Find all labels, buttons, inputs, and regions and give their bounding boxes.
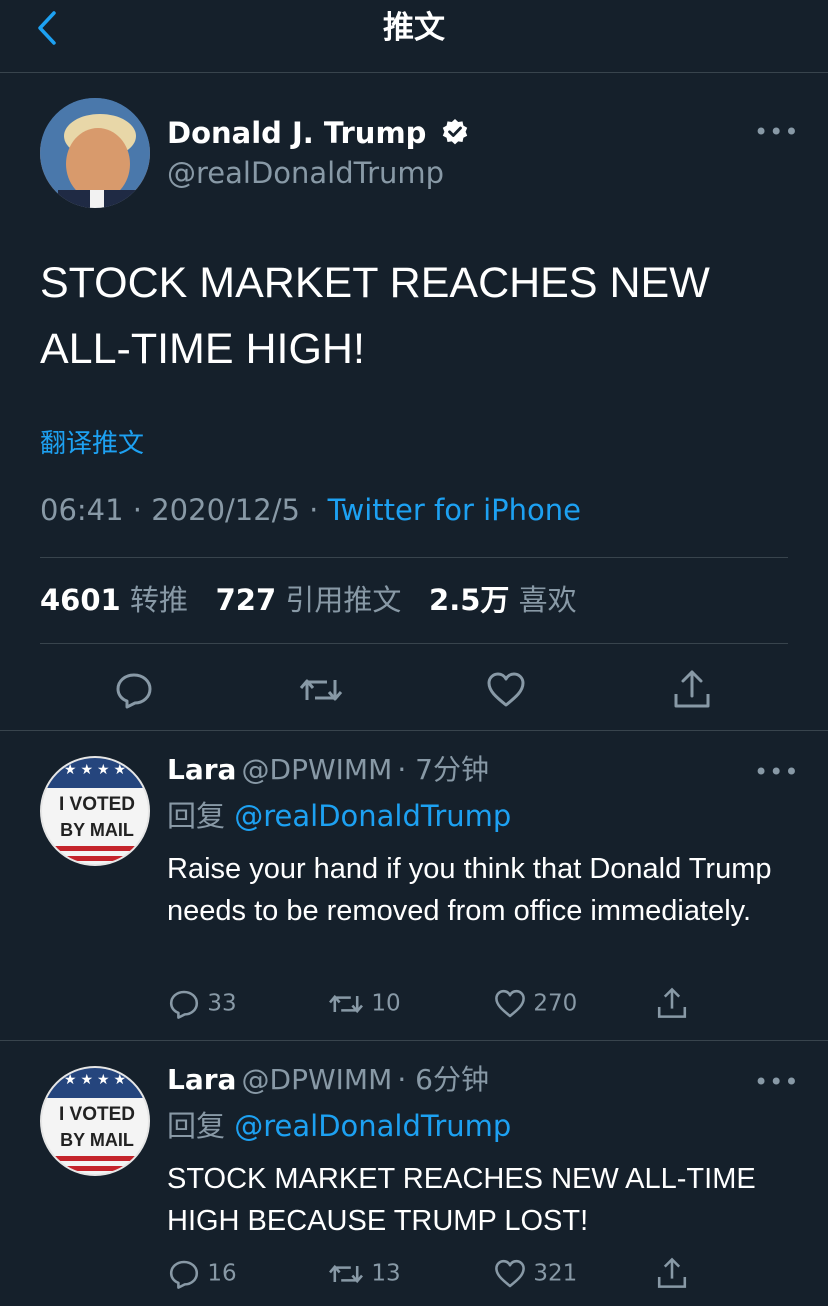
reply-author-name[interactable]: Lara [167, 1063, 236, 1096]
reply-button[interactable] [114, 670, 154, 710]
translate-tweet-link[interactable]: 翻译推文 [40, 426, 144, 462]
retweet-button[interactable] [299, 670, 343, 710]
quotes-stat[interactable]: 727 引用推文 [216, 583, 402, 617]
reply-bubble-icon [169, 1260, 199, 1289]
reply-text: STOCK MARKET REACHES NEW ALL-TIME HIGH B… [167, 1163, 756, 1237]
tweet-time: 06:41 [40, 493, 124, 527]
likes-stat[interactable]: 2.5万 喜欢 [429, 583, 577, 617]
reply-reply-button[interactable]: 16 [168, 1258, 237, 1290]
quotes-label: 引用推文 [285, 583, 402, 617]
avatar-text-line1: I VOTED [58, 794, 135, 815]
reply-time: · 6分钟 [397, 1063, 489, 1096]
reply-count: 33 [207, 990, 237, 1017]
heart-icon [495, 1259, 525, 1288]
share-icon [674, 670, 710, 708]
reply-author-name[interactable]: Lara [167, 753, 236, 786]
tweet-source-link[interactable]: Twitter for iPhone [328, 493, 581, 527]
retweets-label: 转推 [129, 583, 188, 617]
reply-time: · 7分钟 [397, 753, 489, 786]
meta-separator: · [309, 493, 319, 527]
more-dots-icon: ••• [754, 118, 800, 146]
tweet-text: STOCK MARKET REACHES NEW ALL-TIME HIGH! [40, 259, 710, 373]
reply-like-button[interactable]: 270 [494, 988, 577, 1020]
reply-prefix: 回复 [167, 799, 226, 833]
meta-separator: · [132, 493, 143, 527]
reply-mention-link[interactable]: @realDonaldTrump [234, 1109, 511, 1143]
retweets-count: 4601 [40, 583, 121, 617]
reply-bubble-icon [169, 990, 199, 1019]
reply-bubble-icon [116, 673, 152, 709]
more-button[interactable]: ••• [754, 118, 799, 146]
header-divider [0, 72, 828, 73]
avatar-portrait [40, 98, 150, 208]
page-title: 推文 [383, 10, 445, 46]
share-button[interactable] [672, 668, 712, 708]
retweet-icon [329, 1264, 363, 1284]
avatar-stars: ★★★★ [63, 1072, 131, 1088]
share-icon [657, 987, 687, 1018]
avatar-stripe [42, 846, 148, 851]
reply-author-handle[interactable]: @DPWIMM [242, 1063, 393, 1096]
avatar-stripe [42, 1166, 148, 1171]
likes-label: 喜欢 [518, 583, 577, 617]
avatar-text-line2: BY MAIL [60, 820, 134, 840]
retweet-count: 10 [371, 990, 401, 1017]
reply-share-button[interactable] [656, 1256, 688, 1290]
reply-reply-button[interactable]: 33 [168, 988, 237, 1020]
divider [0, 730, 828, 731]
likes-count: 2.5万 [429, 583, 510, 617]
reply-retweet-button[interactable]: 13 [328, 1258, 401, 1290]
like-count: 321 [533, 1260, 578, 1287]
heart-icon [487, 672, 525, 707]
retweet-count: 13 [371, 1260, 401, 1287]
reply-avatar[interactable]: ★★★★ I VOTED BY MAIL [40, 1066, 150, 1176]
author-name[interactable]: Donald J. Trump [167, 116, 469, 150]
reply-like-button[interactable]: 321 [494, 1258, 577, 1290]
avatar-text-line1: I VOTED [58, 1104, 135, 1125]
reply-header: Lara @DPWIMM · 6分钟 [167, 1062, 489, 1102]
reply-retweet-button[interactable]: 10 [328, 988, 401, 1020]
verified-badge-icon [442, 119, 467, 145]
avatar-text-line2: BY MAIL [60, 1130, 134, 1150]
more-dots-icon: ••• [754, 758, 800, 786]
divider [0, 1040, 828, 1041]
reply-prefix: 回复 [167, 1109, 226, 1143]
retweet-icon [299, 679, 343, 701]
author-name-text: Donald J. Trump [167, 116, 427, 150]
like-count: 270 [533, 990, 578, 1017]
heart-icon [495, 989, 525, 1018]
reply-avatar[interactable]: ★★★★ I VOTED BY MAIL [40, 756, 150, 866]
avatar-stars: ★★★★ [63, 762, 131, 778]
share-icon [657, 1257, 687, 1288]
avatar-stripe [42, 1156, 148, 1161]
avatar-stripe [42, 856, 148, 861]
reply-share-button[interactable] [656, 986, 688, 1020]
tweet-meta: 06:41 · 2020/12/5 · Twitter for iPhone [40, 490, 581, 530]
reply-author-handle[interactable]: @DPWIMM [242, 753, 393, 786]
reply-to-line: 回复 @realDonaldTrump [167, 1108, 511, 1144]
reply-mention-link[interactable]: @realDonaldTrump [234, 799, 511, 833]
divider [40, 557, 788, 558]
divider [40, 643, 788, 644]
reply-text: Raise your hand if you think that Donald… [167, 853, 772, 927]
quotes-count: 727 [215, 583, 277, 617]
retweet-icon [329, 994, 363, 1014]
author-avatar[interactable] [40, 98, 150, 208]
more-dots-icon: ••• [754, 1068, 800, 1096]
reply-count: 16 [207, 1260, 237, 1287]
reply-more-button[interactable]: ••• [754, 758, 799, 786]
like-button[interactable] [486, 670, 526, 710]
tweet-date: 2020/12/5 [151, 493, 300, 527]
reply-more-button[interactable]: ••• [754, 1068, 799, 1096]
reply-to-line: 回复 @realDonaldTrump [167, 798, 511, 834]
author-handle[interactable]: @realDonaldTrump [167, 156, 444, 190]
reply-header: Lara @DPWIMM · 7分钟 [167, 752, 489, 792]
tweet-stats: 4601 转推 727 引用推文 2.5万 喜欢 [40, 580, 577, 620]
retweets-stat[interactable]: 4601 转推 [40, 583, 188, 617]
